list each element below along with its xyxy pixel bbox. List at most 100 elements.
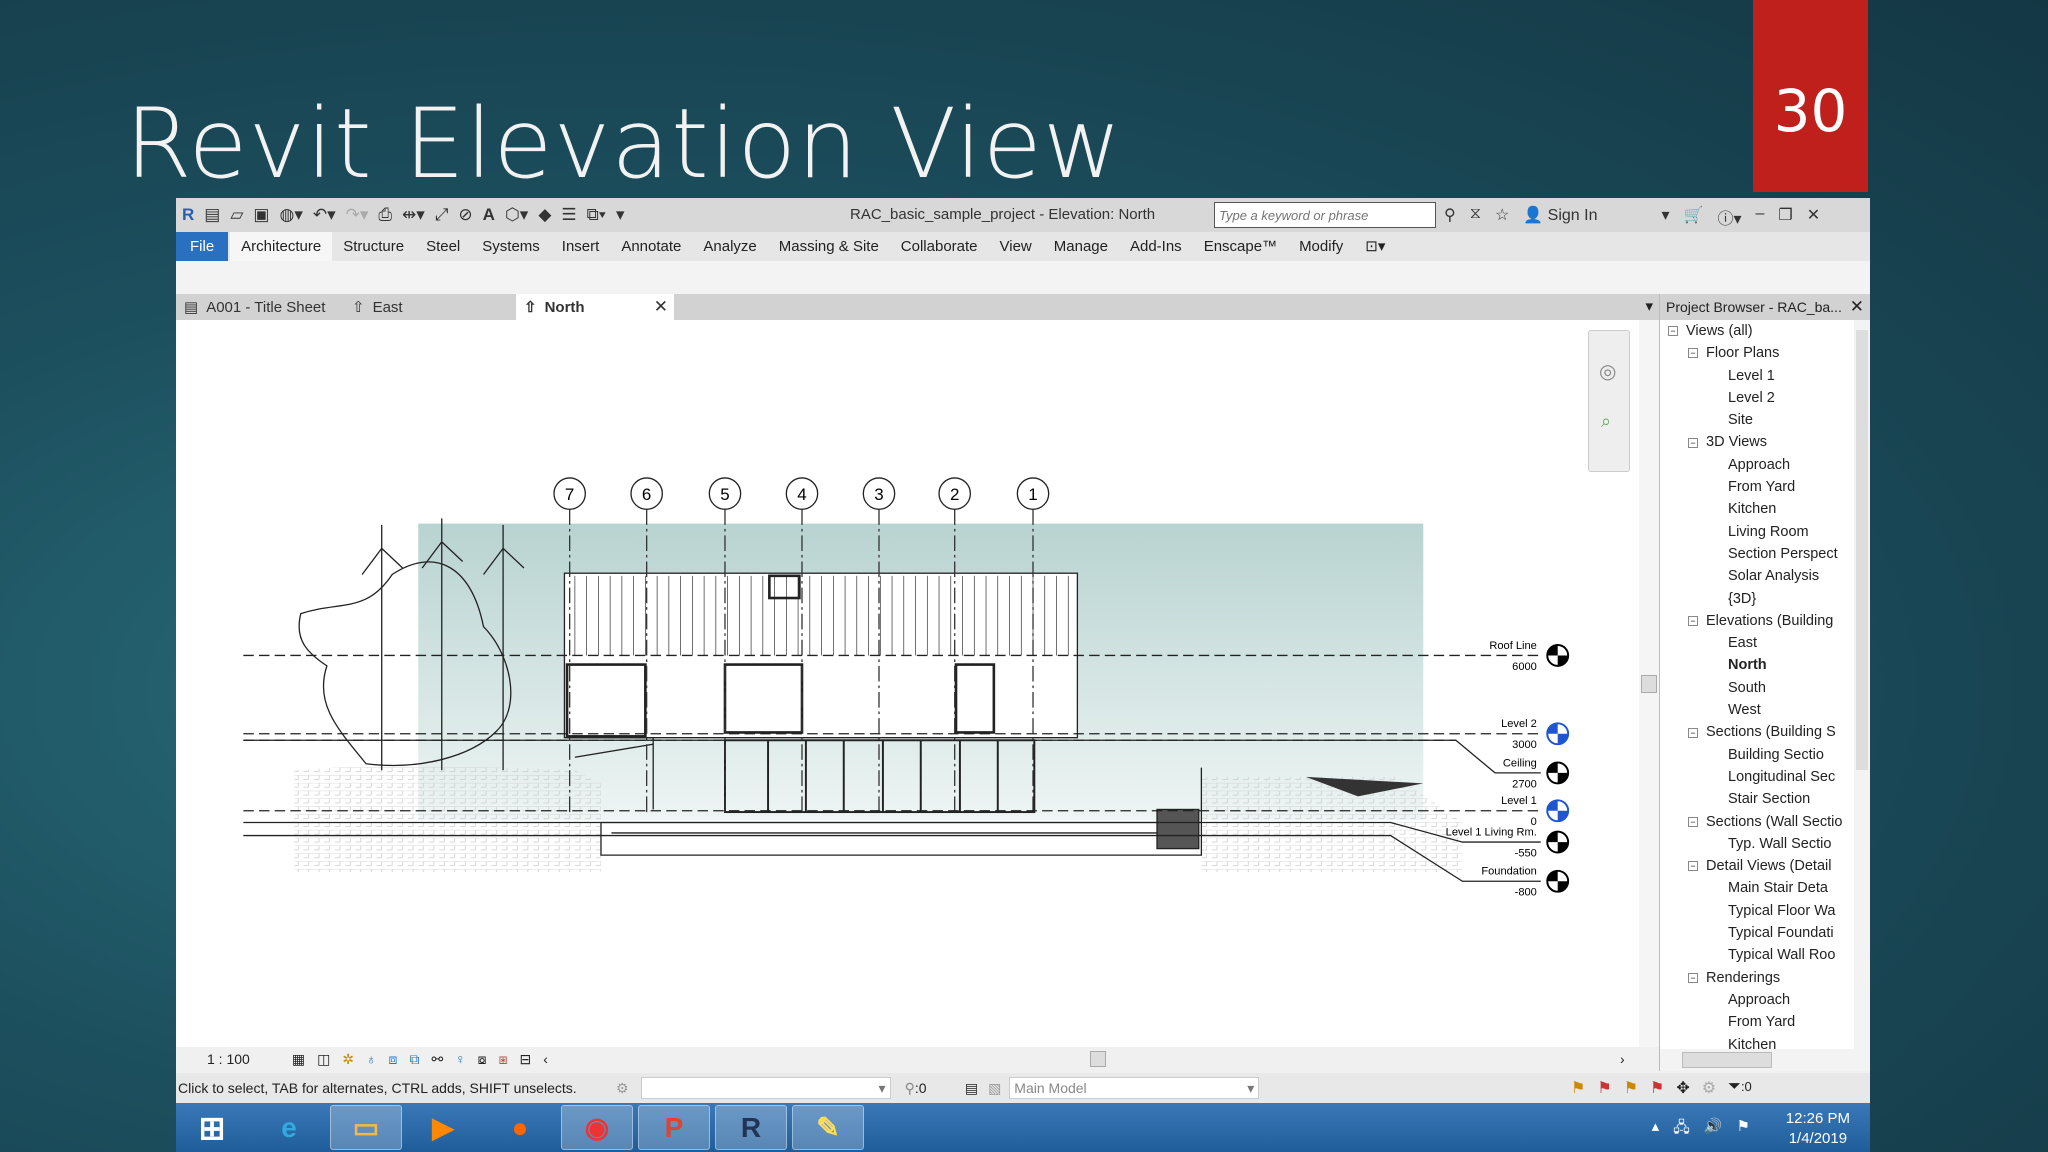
shadows-icon[interactable]: ♁ bbox=[366, 1051, 377, 1067]
browser-item[interactable]: East bbox=[1660, 632, 1854, 654]
tab-north[interactable]: ⇧ North ✕ bbox=[516, 294, 674, 320]
ribbon-tab-structure[interactable]: Structure bbox=[332, 232, 415, 261]
browser-item[interactable]: − Renderings bbox=[1660, 967, 1854, 989]
scroll-right-icon[interactable]: › bbox=[1620, 1051, 1625, 1067]
close-tab-icon[interactable]: ✕ bbox=[654, 297, 668, 317]
restore-button[interactable]: ❐ bbox=[1778, 205, 1792, 229]
close-browser-icon[interactable]: ✕ bbox=[1850, 297, 1864, 317]
close-button[interactable]: ✕ bbox=[1807, 205, 1820, 229]
open-icon[interactable]: ▱ bbox=[230, 205, 243, 225]
tab-menu-icon[interactable]: ▾ bbox=[1645, 297, 1653, 315]
browser-item[interactable]: South bbox=[1660, 677, 1854, 699]
browser-item[interactable]: Solar Analysis bbox=[1660, 565, 1854, 587]
minimize-button[interactable]: – bbox=[1755, 205, 1764, 229]
background-processes-icon[interactable]: ⚙ bbox=[1702, 1078, 1716, 1098]
ribbon-tab-view[interactable]: View bbox=[989, 232, 1043, 261]
ribbon-tab-file[interactable]: File bbox=[176, 232, 229, 261]
text-icon[interactable]: A bbox=[483, 205, 495, 225]
browser-item[interactable]: − Sections (Building S bbox=[1660, 721, 1854, 743]
home-icon[interactable]: ▤ bbox=[204, 205, 220, 225]
firefox-icon[interactable]: ● bbox=[484, 1105, 556, 1150]
collapse-toggle-icon[interactable]: − bbox=[1688, 727, 1698, 738]
analytical-icon[interactable]: ⧆ bbox=[499, 1051, 508, 1068]
lock-3d-icon[interactable]: ⧇ bbox=[478, 1051, 487, 1068]
ribbon-tab-architecture[interactable]: Architecture bbox=[230, 232, 333, 261]
crop-view-icon[interactable]: ⧈ bbox=[389, 1051, 398, 1068]
drag-elements-icon[interactable]: ✥ bbox=[1676, 1078, 1689, 1098]
visual-style-icon[interactable]: ◫ bbox=[317, 1051, 330, 1068]
tab-east[interactable]: ⇧ East bbox=[344, 294, 512, 320]
search-input[interactable] bbox=[1214, 202, 1436, 228]
3d-view-icon[interactable]: ⬡▾ bbox=[505, 205, 528, 225]
collapse-toggle-icon[interactable]: − bbox=[1688, 616, 1698, 627]
cart-icon[interactable]: 🛒 bbox=[1684, 205, 1704, 229]
section-icon[interactable]: ◆ bbox=[538, 205, 551, 225]
browser-item[interactable]: − Views (all) bbox=[1660, 320, 1854, 342]
scroll-left-icon[interactable]: ‹ bbox=[543, 1051, 548, 1067]
zoom-icon[interactable]: ⌕ bbox=[1601, 411, 1611, 432]
horizontal-scroll-thumb[interactable] bbox=[1090, 1051, 1106, 1067]
collapse-toggle-icon[interactable]: − bbox=[1688, 816, 1698, 827]
view-scale[interactable]: 1 : 100 bbox=[207, 1051, 250, 1067]
browser-item[interactable]: Longitudinal Sec bbox=[1660, 766, 1854, 788]
action-center-icon[interactable]: ⚑ bbox=[1737, 1117, 1750, 1142]
network-icon[interactable]: 🖧 bbox=[1673, 1117, 1690, 1142]
collapse-toggle-icon[interactable]: − bbox=[1688, 437, 1698, 448]
browser-scrollbar[interactable] bbox=[1854, 320, 1870, 1049]
customize-qat-icon[interactable]: ▾ bbox=[616, 205, 625, 225]
scroll-thumb[interactable] bbox=[1641, 675, 1657, 693]
tab-title-sheet[interactable]: ▤ A001 - Title Sheet bbox=[176, 294, 344, 320]
browser-item[interactable]: Typ. Wall Sectio bbox=[1660, 833, 1854, 855]
detail-level-icon[interactable]: ▦ bbox=[292, 1051, 305, 1068]
start-button[interactable]: ⊞ bbox=[176, 1105, 248, 1150]
collapse-toggle-icon[interactable]: − bbox=[1688, 348, 1698, 359]
print-icon[interactable]: ⎙ bbox=[378, 205, 392, 225]
show-crop-icon[interactable]: ⧉ bbox=[409, 1051, 419, 1068]
browser-item[interactable]: From Yard bbox=[1660, 1011, 1854, 1033]
redo-icon[interactable]: ↷▾ bbox=[346, 205, 369, 225]
powerpoint-icon[interactable]: P bbox=[638, 1105, 710, 1150]
ribbon-tab-steel[interactable]: Steel bbox=[415, 232, 471, 261]
design-options-icon[interactable]: ▤ bbox=[965, 1080, 978, 1097]
browser-item[interactable]: Section Perspect bbox=[1660, 543, 1854, 565]
browser-item[interactable]: Kitchen bbox=[1660, 498, 1854, 520]
chrome-icon[interactable]: ◉ bbox=[561, 1105, 633, 1150]
measure-icon[interactable]: ⇹▾ bbox=[402, 205, 425, 225]
browser-item[interactable]: − Floor Plans bbox=[1660, 342, 1854, 364]
browser-item[interactable]: Level 1 bbox=[1660, 365, 1854, 387]
sign-in-button[interactable]: 👤 Sign In bbox=[1523, 205, 1597, 229]
file-explorer-icon[interactable]: ▭ bbox=[330, 1105, 402, 1150]
sync-icon[interactable]: ◍▾ bbox=[279, 205, 302, 225]
reveal-hidden-icon[interactable]: ♀ bbox=[455, 1051, 466, 1067]
navigation-bar[interactable]: ◎ ⌕ bbox=[1588, 330, 1630, 472]
browser-item[interactable]: Approach bbox=[1660, 454, 1854, 476]
browser-item[interactable]: {3D} bbox=[1660, 588, 1854, 610]
browser-item[interactable]: West bbox=[1660, 699, 1854, 721]
tag-icon[interactable]: ⊘ bbox=[458, 205, 472, 225]
browser-hscrollbar[interactable] bbox=[1660, 1049, 1870, 1071]
collapse-toggle-icon[interactable]: − bbox=[1688, 972, 1698, 983]
binoculars-icon[interactable]: ⚲ bbox=[1444, 205, 1456, 229]
subscription-icon[interactable]: ⧖ bbox=[1470, 205, 1481, 229]
media-player-icon[interactable]: ▶ bbox=[407, 1105, 479, 1150]
browser-item[interactable]: − Sections (Wall Sectio bbox=[1660, 811, 1854, 833]
paint-icon[interactable]: ✎ bbox=[792, 1105, 864, 1150]
dropdown-icon[interactable]: ▾ bbox=[1661, 205, 1669, 229]
select-underlay-icon[interactable]: ⚑ bbox=[1597, 1078, 1611, 1098]
drawing-canvas[interactable]: 7 6 5 4 3 2 1 Roof Line 6000 Level 2 3000 Ceiling 2… bbox=[176, 320, 1659, 1047]
vertical-scrollbar[interactable] bbox=[1639, 320, 1659, 1047]
ribbon-tab-massing-site[interactable]: Massing & Site bbox=[768, 232, 890, 261]
ribbon-tab-annotate[interactable]: Annotate bbox=[610, 232, 692, 261]
collapse-toggle-icon[interactable]: − bbox=[1668, 326, 1678, 337]
ribbon-tab-insert[interactable]: Insert bbox=[551, 232, 611, 261]
active-option-icon[interactable]: ▧ bbox=[988, 1080, 1001, 1097]
browser-item[interactable]: Typical Wall Roo bbox=[1660, 944, 1854, 966]
ribbon-tab-enscape-[interactable]: Enscape™ bbox=[1193, 232, 1288, 261]
help-icon[interactable]: ⓘ▾ bbox=[1717, 205, 1741, 229]
select-by-face-icon[interactable]: ⚑ bbox=[1650, 1078, 1664, 1098]
browser-item[interactable]: Stair Section bbox=[1660, 788, 1854, 810]
clock[interactable]: 12:26 PM 1/4/2019 bbox=[1786, 1109, 1850, 1149]
scroll-thumb[interactable] bbox=[1856, 330, 1868, 770]
ribbon-minimize-icon[interactable]: ⊡▾ bbox=[1354, 232, 1396, 261]
sun-path-icon[interactable]: ✲ bbox=[342, 1051, 354, 1068]
